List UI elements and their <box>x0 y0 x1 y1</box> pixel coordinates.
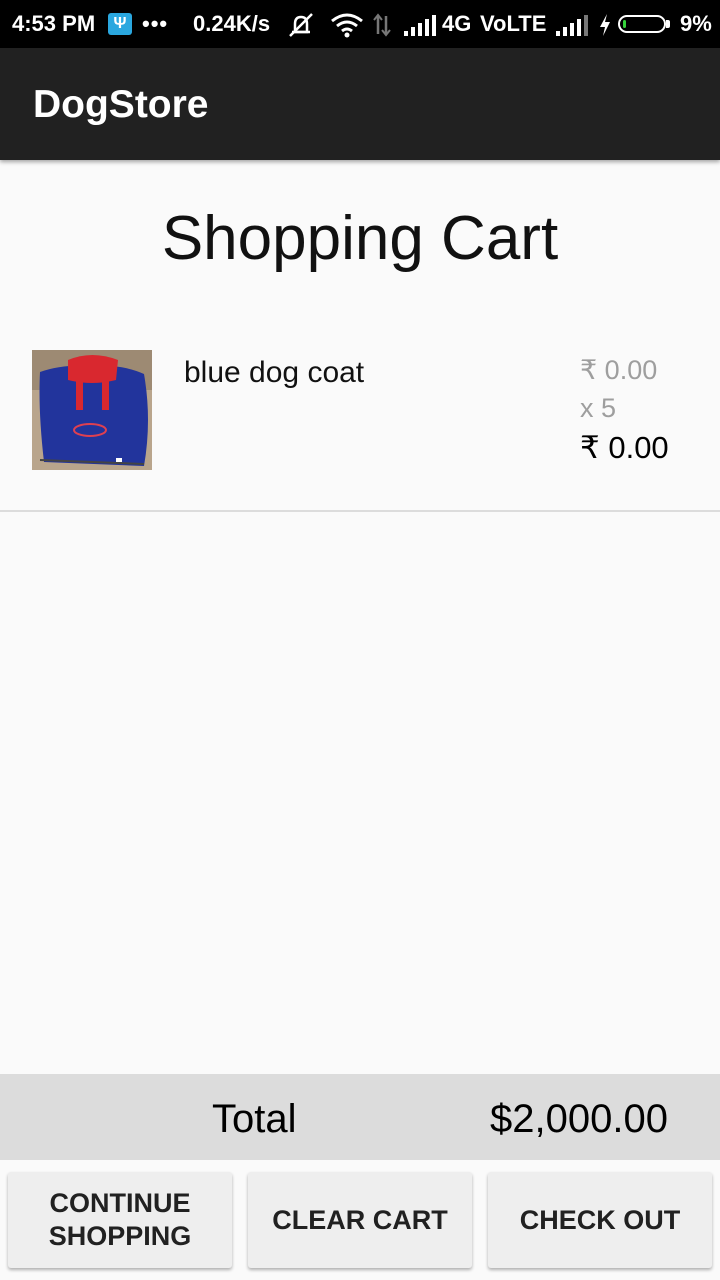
app-bar: DogStore <box>0 48 720 160</box>
clear-cart-button[interactable]: CLEAR CART <box>248 1172 472 1268</box>
app-title: DogStore <box>33 83 209 126</box>
product-name: blue dog coat <box>184 356 365 389</box>
total-label: Total <box>212 1097 297 1141</box>
page-title: Shopping Cart <box>161 204 559 273</box>
battery-tip <box>666 20 670 28</box>
total-value: $2,000.00 <box>490 1097 668 1141</box>
unit-price: ₹ 0.00 <box>580 355 658 385</box>
network-speed: 0.24K/s <box>193 11 271 36</box>
volte-label: VoLTE <box>480 11 547 36</box>
status-bar: 4:53 PM Ψ ••• 0.24K/s 4G VoLTE 9% <box>0 0 720 48</box>
charging-icon <box>600 14 610 36</box>
status-time: 4:53 PM <box>12 11 96 36</box>
signal-icon <box>404 15 436 36</box>
network-type: 4G <box>442 11 472 36</box>
product-image <box>32 350 152 470</box>
continue-label-line1: CONTINUE <box>49 1188 191 1218</box>
usb-debug-icon: Ψ <box>108 13 132 35</box>
total-bar: Total $2,000.00 <box>0 1074 720 1160</box>
data-arrows-icon <box>373 13 391 37</box>
continue-label-line2: SHOPPING <box>48 1221 192 1251</box>
continue-shopping-label: CONTINUE SHOPPING <box>49 1187 192 1253</box>
cart-item[interactable]: blue dog coat ₹ 0.00 x 5 ₹ 0.00 <box>0 330 720 510</box>
more-notifications-icon: ••• <box>142 11 169 36</box>
battery-level <box>623 20 626 28</box>
battery-percent: 9% <box>680 11 712 36</box>
divider <box>0 510 720 512</box>
wifi-icon <box>331 13 363 38</box>
continue-shopping-button[interactable]: CONTINUE SHOPPING <box>8 1172 232 1268</box>
line-total: ₹ 0.00 <box>580 430 669 465</box>
battery-icon <box>618 15 666 33</box>
muted-vibrate-icon <box>289 13 313 37</box>
check-out-button[interactable]: CHECK OUT <box>488 1172 712 1268</box>
signal-icon-2 <box>556 15 588 36</box>
item-quantity: x 5 <box>580 393 617 423</box>
